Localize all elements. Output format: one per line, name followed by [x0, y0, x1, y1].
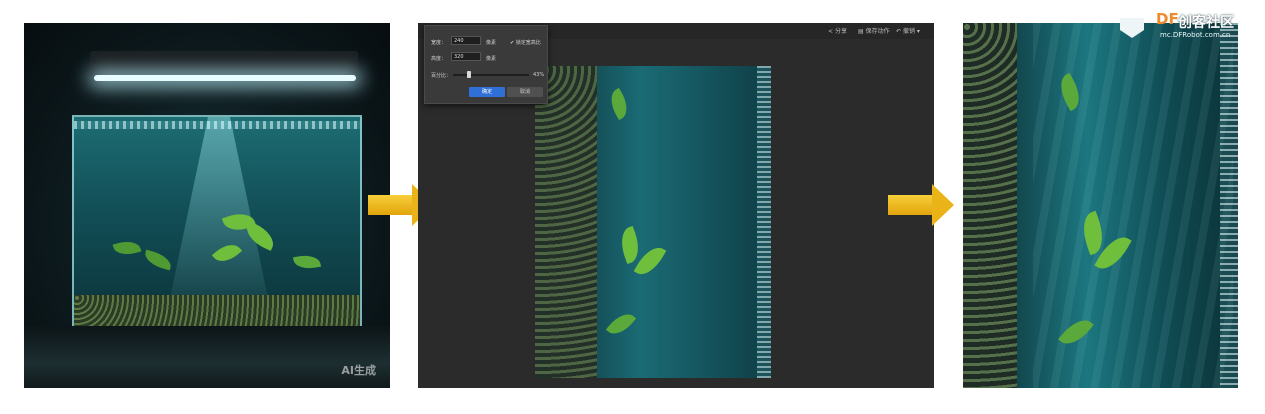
width-unit: 像素 — [486, 40, 497, 46]
rotated-image-canvas — [535, 66, 771, 378]
height-unit: 像素 — [486, 56, 497, 62]
arrow-shaft — [368, 195, 414, 215]
rock-strip — [535, 66, 597, 378]
aquarium-tank — [72, 115, 362, 331]
plant-leaf — [615, 225, 645, 265]
resize-dialog: 宽度： 240 像素 ✔ 锁定宽高比 高度： 320 像素 百分比： 43% 确… — [424, 25, 548, 104]
percent-slider-track[interactable] — [453, 74, 529, 76]
plant-leaf — [142, 249, 174, 271]
gravel-bed — [74, 295, 360, 329]
undo-button[interactable]: ↶ 撤销 ▾ — [896, 26, 920, 35]
image-editor-window: < 分享 ▤ 保存动作 ↶ 撤销 ▾ 宽度： 240 像素 ✔ 锁定宽高比 高度… — [418, 23, 934, 388]
water-surface — [74, 121, 360, 129]
brand-url: mc.DFRobot.com.cn — [1160, 31, 1231, 39]
percent-slider-handle[interactable] — [467, 71, 471, 78]
tank-base-reflection — [24, 326, 390, 388]
rock-strip — [963, 23, 1017, 388]
percent-value: 43% — [533, 72, 545, 78]
dfrobot-badge-icon — [1120, 18, 1144, 38]
bubble-strip — [757, 66, 771, 378]
plant-leaf — [112, 237, 142, 259]
lock-ratio-checkbox[interactable]: ✔ 锁定宽高比 — [510, 39, 541, 46]
save-action-label: 保存动作 — [865, 28, 890, 35]
height-label: 高度： — [431, 56, 447, 62]
lock-ratio-label: 锁定宽高比 — [515, 40, 541, 46]
brand-cn: 创客社区 — [1178, 15, 1234, 31]
share-label: 分享 — [834, 28, 847, 35]
aquarium-lamp — [90, 51, 358, 77]
save-action-button[interactable]: ▤ 保存动作 — [858, 26, 890, 35]
brand-df: DF — [1156, 10, 1179, 28]
bubble-strip — [1220, 23, 1238, 388]
dfrobot-watermark: DF 创客社区 mc.DFRobot.com.cn — [1118, 10, 1263, 44]
confirm-button[interactable]: 确定 — [469, 87, 505, 97]
plant-leaf — [633, 241, 667, 281]
width-label: 宽度： — [431, 40, 447, 46]
undo-label: 撤销 — [902, 28, 915, 35]
arrow-head — [932, 184, 954, 226]
plant-leaf — [605, 87, 633, 121]
cancel-button[interactable]: 取消 — [507, 87, 543, 97]
arrow-shaft — [888, 195, 934, 215]
rotated-aquarium-result — [963, 23, 1238, 388]
arrow-right-icon — [888, 184, 958, 226]
ai-generated-caption: AI生成 — [341, 364, 376, 377]
share-button[interactable]: < 分享 — [828, 26, 847, 35]
plant-leaf — [292, 252, 322, 272]
plant-leaf — [605, 308, 637, 340]
lamp-light — [94, 75, 356, 81]
aquarium-photo: AI生成 — [24, 23, 390, 388]
percent-label: 百分比： — [431, 73, 452, 79]
height-input[interactable]: 320 — [451, 52, 481, 61]
width-input[interactable]: 240 — [451, 36, 481, 45]
